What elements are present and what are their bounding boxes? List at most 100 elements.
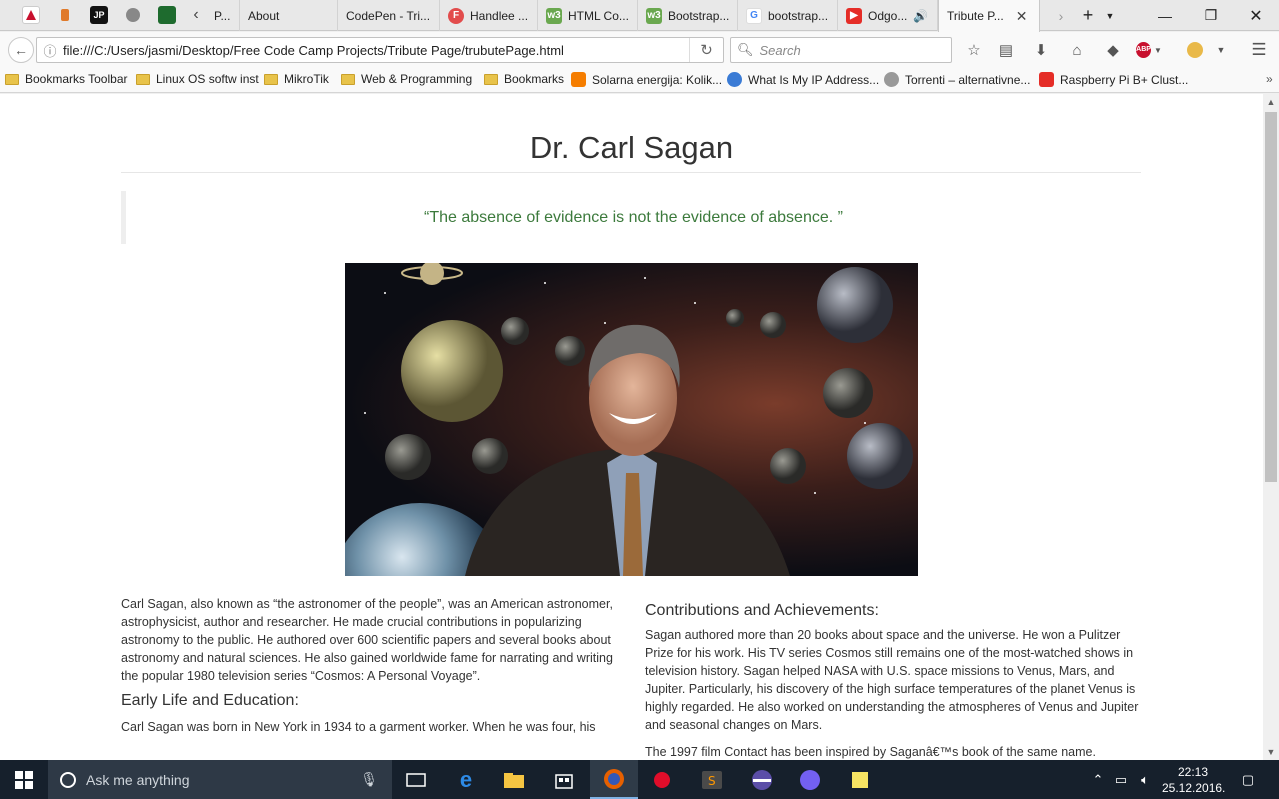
windows-logo-icon [15, 770, 33, 789]
bookmark-raspberry[interactable]: Raspberry Pi B+ Clust... [1039, 72, 1188, 87]
record-app-icon[interactable] [638, 760, 686, 799]
carl-sagan-portrait-image [345, 263, 918, 576]
page-viewport: Dr. Carl Sagan “The absence of evidence … [0, 94, 1263, 760]
cortana-icon [60, 771, 76, 788]
tab-html-code[interactable]: w3 HTML Co... [538, 0, 638, 31]
task-view-icon[interactable] [392, 760, 440, 799]
adblock-icon[interactable]: ABP ▼ [1136, 39, 1162, 61]
pinned-tab-icon-2[interactable] [56, 6, 74, 24]
left-column: Carl Sagan, also known as “the astronome… [121, 595, 617, 736]
extension-face-icon[interactable] [1183, 39, 1207, 61]
menu-hamburger-icon[interactable]: ☰ [1247, 39, 1271, 61]
bookmark-folder-toolbar[interactable]: Bookmarks Toolbar [5, 72, 128, 86]
microphone-icon[interactable]: 🎙︎ [360, 771, 378, 788]
bookmark-solarna[interactable]: Solarna energija: Kolik... [571, 72, 722, 87]
vertical-scrollbar[interactable]: ▲ ▼ [1263, 94, 1279, 760]
battery-icon[interactable]: ▭ [1110, 760, 1132, 799]
title-divider [121, 172, 1141, 173]
restore-button[interactable]: ❐ [1188, 0, 1234, 31]
file-explorer-icon[interactable] [490, 760, 538, 799]
w3-icon: w3 [546, 7, 562, 24]
tab-scroll-right-icon[interactable]: › [1046, 0, 1076, 31]
right-column: Contributions and Achievements: Sagan au… [645, 602, 1141, 760]
new-tab-button[interactable]: + [1074, 0, 1102, 31]
tab-list-dropdown-icon[interactable]: ▼ [1100, 0, 1120, 31]
search-input[interactable]: 🔍︎ Search [730, 37, 952, 63]
folder-icon [341, 73, 355, 85]
w3-icon: w3 [646, 7, 662, 24]
minimize-button[interactable]: — [1142, 0, 1188, 31]
bookmark-folder-mikrotik[interactable]: MikroTik [264, 72, 329, 86]
pocket-icon[interactable]: ◆ [1101, 39, 1125, 61]
folder-icon [264, 73, 278, 85]
tab-scroll-left-icon[interactable]: ‹ [187, 6, 205, 24]
volume-icon[interactable]: 🔈︎ [1134, 760, 1156, 799]
store-icon[interactable] [540, 760, 588, 799]
viber-icon[interactable] [786, 760, 834, 799]
close-tab-icon[interactable]: ✕ [1016, 8, 1028, 25]
tab-bootstrap-1[interactable]: w3 Bootstrap... [638, 0, 738, 31]
system-clock[interactable]: 22:13 25.12.2016. [1162, 764, 1225, 796]
library-icon[interactable]: ▤ [994, 39, 1018, 61]
clock-time: 22:13 [1177, 765, 1209, 779]
tab-about[interactable]: About [240, 0, 338, 31]
pinned-tab-icon-3[interactable]: JP [90, 6, 108, 24]
close-window-button[interactable]: ✕ [1233, 0, 1279, 31]
firefox-icon[interactable] [590, 760, 638, 799]
reload-icon[interactable]: ↻ [689, 38, 723, 62]
extension-dropdown-icon[interactable]: ▼ [1209, 39, 1233, 61]
bookmark-folder-linux[interactable]: Linux OS softw inst [136, 72, 259, 86]
bookmark-folder-web[interactable]: Web & Programming [341, 72, 472, 86]
bookmark-folder-bookmarks[interactable]: Bookmarks [484, 72, 564, 86]
sublime-text-icon[interactable]: S [688, 760, 736, 799]
url-text[interactable]: file:///C:/Users/jasmi/Desktop/Free Code… [63, 43, 689, 58]
space-collage-illustration [345, 263, 913, 576]
globe-icon [727, 72, 742, 87]
bookmark-torrenti[interactable]: Torrenti – alternativne... [884, 72, 1030, 87]
back-button[interactable]: ← [8, 37, 34, 63]
globe-icon[interactable] [124, 6, 142, 24]
tab-codepen[interactable]: CodePen - Tri... [338, 0, 440, 31]
tab-p[interactable]: P... [206, 0, 240, 31]
folder-icon [484, 73, 498, 85]
start-button[interactable] [0, 760, 48, 799]
tab-tribute-active[interactable]: Tribute P... ✕ [938, 0, 1040, 32]
film-paragraph: The 1997 film Contact has been inspired … [645, 745, 1096, 759]
sticky-notes-icon[interactable] [836, 760, 884, 799]
bookmark-star-icon[interactable]: ☆ [962, 39, 986, 61]
cortana-search-input[interactable]: Ask me anything 🎙︎ [48, 760, 392, 799]
windows-taskbar: Ask me anything 🎙︎ e S ⌃ ▭ 🔈︎ 22:13 25.1… [0, 760, 1279, 799]
folder-icon [136, 73, 150, 85]
search-icon: 🔍︎ [737, 42, 754, 57]
scroll-down-arrow-icon[interactable]: ▼ [1263, 744, 1279, 760]
quote-block: “The absence of evidence is not the evid… [121, 191, 1141, 244]
edge-browser-icon[interactable]: e [442, 760, 490, 799]
youtube-icon: ▶ [846, 7, 862, 24]
action-center-icon[interactable]: ▢ [1234, 760, 1262, 799]
vpn-app-icon[interactable] [738, 760, 786, 799]
speaker-icon[interactable]: 🔊 [913, 9, 928, 23]
google-icon: G [746, 7, 762, 24]
tab-bootstrap-2[interactable]: Gbootstrap... [738, 0, 838, 31]
tab-odgo[interactable]: ▶ Odgo... 🔊 [838, 0, 938, 31]
intro-paragraph: Carl Sagan, also known as “the astronome… [121, 597, 613, 683]
site-icon [884, 72, 899, 87]
contributions-heading: Contributions and Achievements: [645, 602, 879, 619]
home-icon[interactable]: ⌂ [1065, 39, 1089, 61]
early-life-paragraph: Carl Sagan was born in New York in 1934 … [121, 720, 596, 734]
svg-text:S: S [708, 774, 716, 788]
bookmarks-overflow-icon[interactable]: » [1266, 72, 1273, 86]
pinned-tab-icon-5[interactable] [158, 6, 176, 24]
scrollbar-thumb[interactable] [1265, 112, 1277, 482]
youtube-icon [1039, 72, 1054, 87]
download-icon[interactable]: ⬇ [1029, 39, 1053, 61]
contributions-paragraph: Sagan authored more than 20 books about … [645, 628, 1139, 732]
bookmark-ip-address[interactable]: What Is My IP Address... [727, 72, 879, 87]
tab-bar: JP ‹ P... About CodePen - Tri... F Handle… [0, 0, 1279, 32]
tray-overflow-icon[interactable]: ⌃ [1088, 760, 1108, 799]
tab-handlee[interactable]: F Handlee ... [440, 0, 538, 31]
site-info-icon[interactable]: ⓘ [37, 41, 63, 60]
scroll-up-arrow-icon[interactable]: ▲ [1263, 94, 1279, 110]
pinned-tab-icon-1[interactable] [22, 6, 40, 24]
url-bar[interactable]: ⓘ file:///C:/Users/jasmi/Desktop/Free Co… [36, 37, 724, 63]
